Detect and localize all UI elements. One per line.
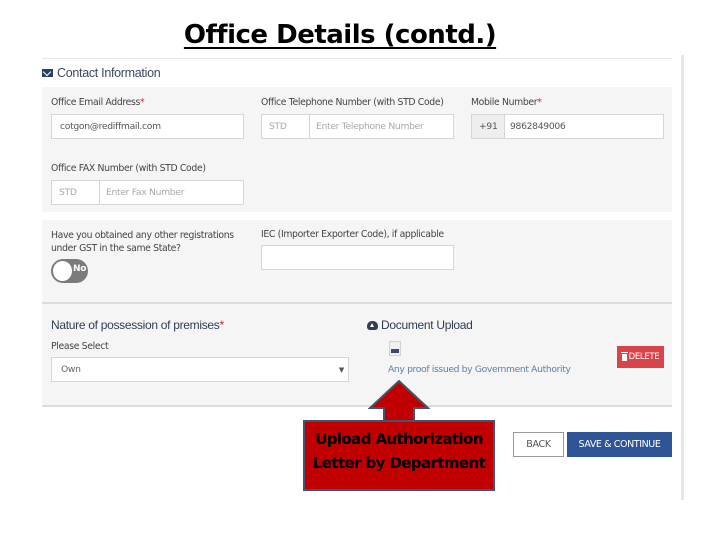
panel-gap: [42, 212, 672, 220]
fax-label: Office FAX Number (with STD Code): [51, 163, 206, 174]
page-scroll-edge: [681, 55, 684, 500]
trash-icon: [620, 351, 628, 361]
cloud-upload-icon: [367, 320, 378, 330]
premises-title: Nature of possession of premises*: [51, 318, 224, 332]
registrations-question: Have you obtained any other registration…: [51, 230, 234, 254]
mobile-field-group: +91 9862849006: [471, 114, 664, 139]
iec-label: IEC (Importer Exporter Code), if applica…: [261, 229, 444, 240]
fax-field-group: STD Enter Fax Number: [51, 180, 244, 205]
premises-select-label: Please Select: [51, 341, 109, 352]
iec-input[interactable]: [261, 245, 454, 270]
premises-select[interactable]: Own ▼: [51, 357, 349, 382]
mobile-input[interactable]: 9862849006: [504, 115, 663, 138]
divider: [42, 58, 672, 59]
file-icon[interactable]: [389, 341, 401, 356]
fax-std-input[interactable]: STD: [52, 181, 100, 204]
contact-section-header[interactable]: Contact Information: [42, 66, 161, 80]
telephone-std-input[interactable]: STD: [262, 115, 310, 138]
chevron-down-icon: ▼: [338, 366, 344, 374]
delete-button[interactable]: DELETE: [617, 346, 664, 368]
email-value: cotgon@rediffmail.com: [60, 121, 161, 132]
email-label: Office Email Address*: [51, 97, 145, 108]
fax-number-input[interactable]: Enter Fax Number: [99, 181, 243, 204]
toggle-label: No: [73, 264, 87, 274]
premises-selected-value: Own: [61, 364, 81, 375]
back-button[interactable]: BACK: [513, 432, 564, 457]
envelope-icon: [42, 69, 53, 77]
slide-title: Office Details (contd.): [183, 20, 497, 50]
email-field[interactable]: cotgon@rediffmail.com: [51, 114, 244, 139]
registrations-toggle[interactable]: No: [51, 259, 88, 283]
telephone-field-group: STD Enter Telephone Number: [261, 114, 454, 139]
save-continue-button[interactable]: SAVE & CONTINUE: [567, 432, 672, 457]
toggle-knob: [53, 261, 72, 281]
uploaded-document-link[interactable]: Any proof issued by Government Authority: [388, 364, 571, 375]
mobile-label: Mobile Number*: [471, 97, 542, 108]
annotation-callout: Upload Authorization Letter by Departmen…: [303, 420, 495, 491]
document-upload-header: Document Upload: [367, 318, 473, 332]
telephone-label: Office Telephone Number (with STD Code): [261, 97, 444, 108]
country-code-addon: +91: [472, 115, 505, 138]
callout-arrow-icon: [368, 380, 430, 424]
telephone-number-input[interactable]: Enter Telephone Number: [309, 115, 453, 138]
section-title: Contact Information: [57, 66, 161, 80]
